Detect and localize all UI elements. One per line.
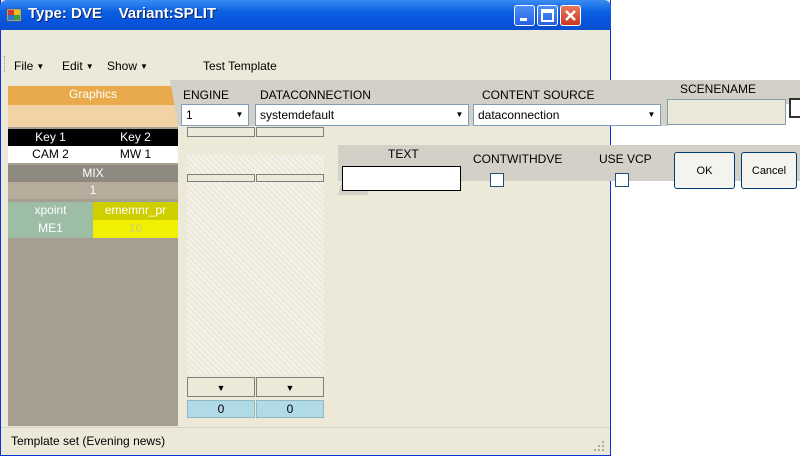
graphics-header[interactable]: Graphics (8, 86, 178, 105)
engine-select[interactable]: 1 ▼ (181, 104, 249, 126)
window-title: Type: DVE Variant:SPLIT (28, 5, 217, 22)
cancel-button[interactable]: Cancel (741, 152, 797, 189)
column-2-dropdown-button[interactable]: ▼ (256, 377, 324, 397)
dropdown-arrow-icon: ▼ (85, 62, 94, 71)
ok-button[interactable]: OK (674, 152, 735, 189)
key2-cell[interactable]: Key 2 (93, 129, 178, 146)
menu-file-label: File (14, 59, 34, 73)
status-text: Template set (Evening news) (11, 434, 166, 448)
key1-cell[interactable]: Key 1 (8, 129, 93, 146)
menu-test-template[interactable]: Test Template (203, 59, 277, 73)
dataconnection-select[interactable]: systemdefault ▼ (255, 104, 469, 126)
column-1-dropdown-button[interactable]: ▼ (187, 377, 255, 397)
engine-label: ENGINE (183, 88, 230, 102)
column-1-value[interactable]: 0 (187, 400, 255, 418)
minimize-button[interactable] (514, 5, 535, 26)
scenename-extra-field[interactable] (789, 98, 800, 118)
yellow-value-cell[interactable]: 10 (93, 220, 178, 238)
status-bar: Template set (Evening news) (1, 427, 610, 455)
use-vcp-label: USE VCP (599, 152, 652, 166)
content-source-select[interactable]: dataconnection ▼ (473, 104, 661, 126)
contwithdve-label: CONTWITHDVE (473, 152, 563, 166)
columns-hatched-area (187, 155, 324, 375)
text-input[interactable] (342, 166, 461, 191)
dropdown-arrow-icon[interactable]: ▼ (643, 105, 660, 125)
column-1-top-button[interactable] (187, 127, 255, 137)
column-2-value[interactable]: 0 (256, 400, 324, 418)
menu-show-label: Show (107, 59, 138, 73)
minimize-icon (520, 18, 527, 21)
mix-header[interactable]: MIX (8, 165, 178, 182)
me1-cell[interactable]: ME1 (8, 220, 93, 238)
menu-edit[interactable]: Edit ▼ (62, 59, 94, 73)
content-source-value: dataconnection (478, 108, 560, 122)
column-2-divider[interactable] (256, 174, 324, 182)
text-label: TEXT (388, 147, 419, 161)
close-button[interactable] (560, 5, 581, 26)
maximize-button[interactable] (537, 5, 558, 26)
contwithdve-checkbox[interactable] (490, 173, 504, 187)
title-bar[interactable]: Type: DVE Variant:SPLIT (0, 0, 611, 30)
use-vcp-checkbox[interactable] (615, 173, 629, 187)
engine-value: 1 (186, 108, 193, 122)
mix-value[interactable]: 1 (8, 182, 178, 199)
ememnr-pr-cell[interactable]: ememnr_pr (93, 202, 178, 220)
menu-test-template-label: Test Template (203, 59, 277, 73)
scenename-label: SCENENAME (680, 82, 757, 96)
close-icon (565, 10, 576, 21)
graphics-row[interactable] (8, 105, 178, 127)
menu-file[interactable]: File ▼ (14, 59, 44, 73)
menu-show[interactable]: Show ▼ (107, 59, 148, 73)
cam2-cell[interactable]: CAM 2 (8, 146, 93, 163)
dropdown-arrow-icon: ▼ (36, 62, 45, 71)
menu-grip (4, 56, 7, 72)
dropdown-arrow-icon: ▼ (216, 383, 226, 393)
mw1-cell[interactable]: MW 1 (93, 146, 178, 163)
column-1-divider[interactable] (187, 174, 255, 182)
dropdown-arrow-icon: ▼ (140, 62, 148, 71)
xpoint-cell[interactable]: xpoint (8, 202, 93, 220)
content-source-label: CONTENT SOURCE (482, 88, 595, 102)
dropdown-arrow-icon: ▼ (285, 383, 295, 393)
dropdown-arrow-icon[interactable]: ▼ (231, 105, 248, 125)
app-icon[interactable] (6, 7, 22, 23)
maximize-icon (541, 9, 554, 22)
dataconnection-value: systemdefault (260, 108, 335, 122)
resize-grip-icon[interactable] (593, 440, 605, 452)
dropdown-arrow-icon[interactable]: ▼ (451, 105, 468, 125)
menu-edit-label: Edit (62, 59, 83, 73)
column-2-top-button[interactable] (256, 127, 324, 137)
dataconnection-label: DATACONNECTION (260, 88, 371, 102)
scenename-input[interactable] (667, 99, 786, 125)
